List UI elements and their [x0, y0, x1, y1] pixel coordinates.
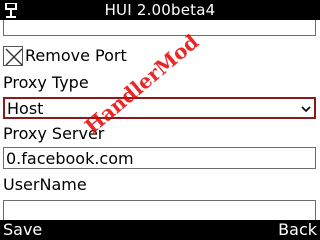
checkmark-x-icon	[5, 48, 23, 66]
proxy-server-input[interactable]: 0.facebook.com	[3, 147, 316, 169]
proxy-type-select[interactable]: Host	[3, 97, 316, 119]
remove-port-checkbox[interactable]	[3, 46, 23, 66]
proxy-type-label: Proxy Type	[3, 73, 89, 92]
remove-port-row[interactable]: Remove Port	[3, 45, 127, 67]
back-button[interactable]: Back	[278, 220, 317, 240]
save-button[interactable]: Save	[3, 220, 42, 240]
title-bar: HUI 2.00beta4	[0, 0, 320, 20]
text-field-previous[interactable]	[3, 20, 316, 36]
username-label: UserName	[3, 175, 87, 194]
proxy-server-value: 0.facebook.com	[6, 149, 134, 168]
proxy-type-value: Host	[7, 99, 44, 118]
proxy-server-label: Proxy Server	[3, 124, 105, 143]
softkey-bar: Save Back	[0, 220, 320, 240]
username-input[interactable]	[3, 200, 316, 220]
remove-port-label: Remove Port	[25, 46, 127, 65]
chevron-down-icon	[301, 106, 311, 113]
settings-form: Remove Port Proxy Type Host Proxy Server…	[0, 20, 320, 220]
window-title: HUI 2.00beta4	[104, 1, 216, 19]
